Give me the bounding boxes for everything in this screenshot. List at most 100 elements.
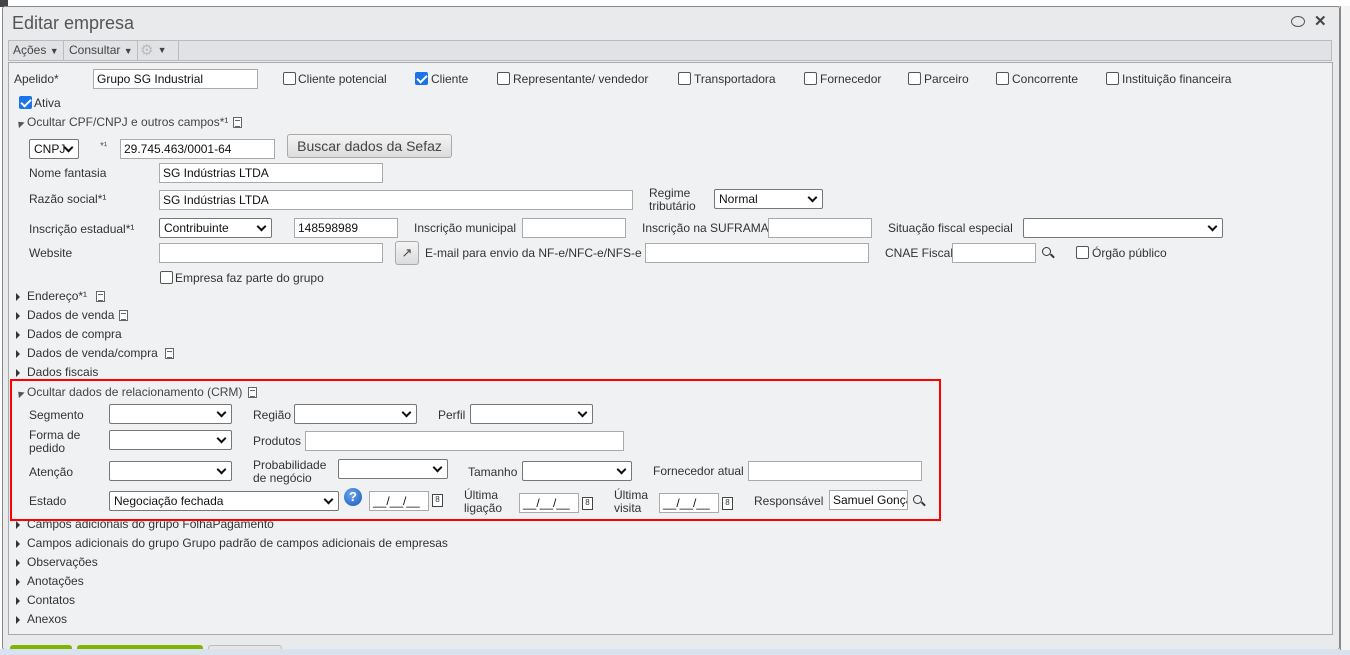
responsavel-label: Responsável (754, 494, 824, 508)
note-icon (248, 387, 257, 398)
checkbox-label: Cliente (431, 72, 469, 86)
ultima-visita-input[interactable]: __/__/__ (659, 493, 719, 513)
atencao-select[interactable] (109, 461, 232, 481)
transportadora-checkbox[interactable] (678, 72, 691, 85)
estado-date-input[interactable]: __/__/__ (369, 491, 429, 511)
divider (178, 41, 179, 60)
section-title: Endereço*¹ (27, 289, 88, 303)
scrollbar[interactable] (1340, 6, 1350, 650)
fornecedor-atual-label: Fornecedor atual (653, 464, 744, 478)
ie-type-select[interactable]: Contribuinte (159, 218, 272, 238)
situacao-select[interactable] (1023, 218, 1223, 238)
tamanho-label: Tamanho (468, 465, 518, 479)
section-title: Dados de venda/compra (27, 346, 158, 360)
website-input[interactable] (159, 243, 383, 263)
note-icon (96, 291, 105, 302)
doc-type-select[interactable]: CNPJ (29, 139, 79, 159)
fornecedor-atual-input[interactable] (748, 461, 922, 481)
email-input[interactable] (645, 243, 869, 263)
calendar-icon[interactable]: 8 (582, 497, 593, 510)
estado-label: Estado (29, 494, 67, 508)
comment-icon[interactable] (1291, 16, 1305, 27)
section-title: Anotações (27, 574, 84, 588)
im-input[interactable] (522, 218, 626, 238)
cnae-label: CNAE Fiscal (885, 246, 954, 260)
section-title: Campos adicionais do grupo Grupo padrão … (27, 536, 448, 550)
section-title: Anexos (27, 612, 68, 626)
regiao-label: Região (253, 408, 292, 422)
grupo-checkbox[interactable] (160, 271, 173, 284)
parceiro-checkbox[interactable] (908, 72, 921, 85)
expand-icon (16, 578, 20, 586)
atencao-label: Atenção (29, 465, 74, 479)
perfil-select[interactable] (470, 404, 593, 424)
apelido-label: Apelido* (14, 72, 59, 86)
razao-social-input[interactable]: SG Indústrias LTDA (159, 190, 633, 210)
expand-icon (16, 312, 20, 320)
close-icon[interactable]: ✕ (1314, 12, 1327, 30)
acoes-label: Ações (13, 43, 47, 57)
forma-pedido-select[interactable] (109, 430, 232, 450)
ie-input[interactable]: 148598989 (294, 218, 398, 238)
search-icon[interactable] (1042, 247, 1051, 256)
checkbox-label: Instituição financeira (1122, 72, 1232, 86)
website-label: Website (29, 246, 73, 260)
section-title: Ocultar dados de relacionamento (CRM) (27, 385, 243, 399)
regime-label: tributário (649, 199, 696, 213)
email-label: E-mail para envio da NF-e/NFC-e/NFS-e (425, 246, 642, 260)
regime-select[interactable]: Normal (714, 189, 823, 209)
situacao-label: Situação fiscal especial (888, 221, 1013, 235)
cliente-potencial-checkbox[interactable] (283, 72, 296, 85)
segmento-select[interactable] (109, 404, 232, 424)
responsavel-input[interactable]: Samuel Gonça (829, 490, 908, 510)
calendar-icon[interactable]: 8 (432, 494, 443, 507)
cnpj-input[interactable]: 29.745.463/0001-64 (120, 139, 275, 159)
settings-menu[interactable]: ⚙ ▼ (140, 41, 167, 59)
consultar-menu[interactable]: Consultar ▼ (69, 43, 133, 57)
dialog-title: Editar empresa (12, 13, 135, 33)
taskbar (0, 649, 1350, 655)
probabilidade-label: de negócio (253, 471, 312, 485)
representante-checkbox[interactable] (497, 72, 510, 85)
search-icon[interactable] (913, 495, 922, 504)
acoes-menu[interactable]: Ações ▼ (13, 43, 59, 57)
expand-icon (16, 616, 20, 624)
apelido-input[interactable]: Grupo SG Industrial (93, 69, 258, 89)
buscar-sefaz-button[interactable]: Buscar dados da Sefaz (287, 134, 452, 158)
concorrente-checkbox[interactable] (996, 72, 1009, 85)
fornecedor-checkbox[interactable] (804, 72, 817, 85)
open-link-button[interactable]: ↗ (395, 241, 419, 265)
nome-fantasia-label: Nome fantasia (29, 166, 107, 180)
orgao-publico-checkbox[interactable] (1076, 246, 1089, 259)
cnae-input[interactable] (952, 243, 1036, 263)
expand-icon (16, 521, 20, 529)
help-icon[interactable]: ? (344, 488, 362, 506)
expand-icon (16, 597, 20, 605)
checkbox-label: Transportadora (694, 72, 776, 86)
regiao-select[interactable] (294, 404, 417, 424)
produtos-input[interactable] (305, 431, 624, 451)
calendar-icon[interactable]: 8 (722, 497, 733, 510)
required-mark: *¹ (100, 141, 108, 152)
ultima-ligacao-input[interactable]: __/__/__ (519, 493, 579, 513)
ultima-ligacao-label: ligação (464, 501, 503, 515)
nome-fantasia-input[interactable]: SG Indústrias LTDA (159, 163, 383, 183)
section-title: Contatos (27, 593, 76, 607)
section-title: Dados fiscais (27, 365, 99, 379)
dropdown-arrow-icon: ▼ (123, 46, 133, 56)
tamanho-select[interactable] (522, 461, 632, 481)
note-icon (165, 348, 174, 359)
probabilidade-select[interactable] (338, 459, 448, 479)
checkbox-label: Representante/ vendedor (513, 72, 649, 86)
cliente-checkbox[interactable] (415, 72, 428, 85)
expand-icon (16, 559, 20, 567)
toolbar (8, 40, 1332, 61)
instituicao-financeira-checkbox[interactable] (1106, 72, 1119, 85)
checkbox-label: Parceiro (924, 72, 969, 86)
suframa-input[interactable] (768, 218, 872, 238)
ativa-checkbox[interactable] (19, 96, 32, 109)
estado-select[interactable]: Negociação fechada (109, 491, 339, 511)
orgao-label: Órgão público (1092, 246, 1167, 260)
segmento-label: Segmento (29, 408, 84, 422)
external-link-icon: ↗ (401, 245, 413, 260)
